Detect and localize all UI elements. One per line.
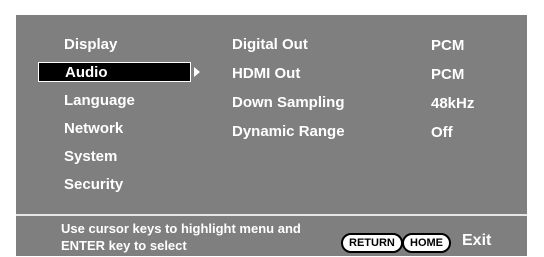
setting-label-digital-out[interactable]: Digital Out <box>232 35 308 55</box>
triangle-right-icon <box>194 67 200 77</box>
exit-label: Exit <box>462 232 492 249</box>
setting-label-dynamic-range[interactable]: Dynamic Range <box>232 122 345 142</box>
home-button[interactable]: HOME <box>402 233 451 253</box>
setting-value-dynamic-range: Off <box>431 124 453 141</box>
footer-divider <box>16 214 527 216</box>
menu-item-audio[interactable]: Audio <box>38 62 191 82</box>
setting-value-digital-out: PCM <box>431 37 465 54</box>
settings-screen: Display Audio Language Network System Se… <box>16 15 527 256</box>
hint-line-2: ENTER key to select <box>61 238 187 253</box>
footer-hint: Use cursor keys to highlight menu and EN… <box>61 220 331 254</box>
menu-item-display[interactable]: Display <box>64 35 117 55</box>
menu-item-language[interactable]: Language <box>64 91 135 111</box>
setting-label-hdmi-out[interactable]: HDMI Out <box>232 64 300 84</box>
setting-label-down-sampling[interactable]: Down Sampling <box>232 93 345 113</box>
menu-item-network[interactable]: Network <box>64 119 123 139</box>
hint-line-1: Use cursor keys to highlight menu and <box>61 221 301 236</box>
menu-item-security[interactable]: Security <box>64 175 123 195</box>
return-button[interactable]: RETURN <box>341 233 403 253</box>
menu-item-system[interactable]: System <box>64 147 117 167</box>
setting-value-down-sampling: 48kHz <box>431 95 475 112</box>
setting-value-hdmi-out: PCM <box>431 66 465 83</box>
